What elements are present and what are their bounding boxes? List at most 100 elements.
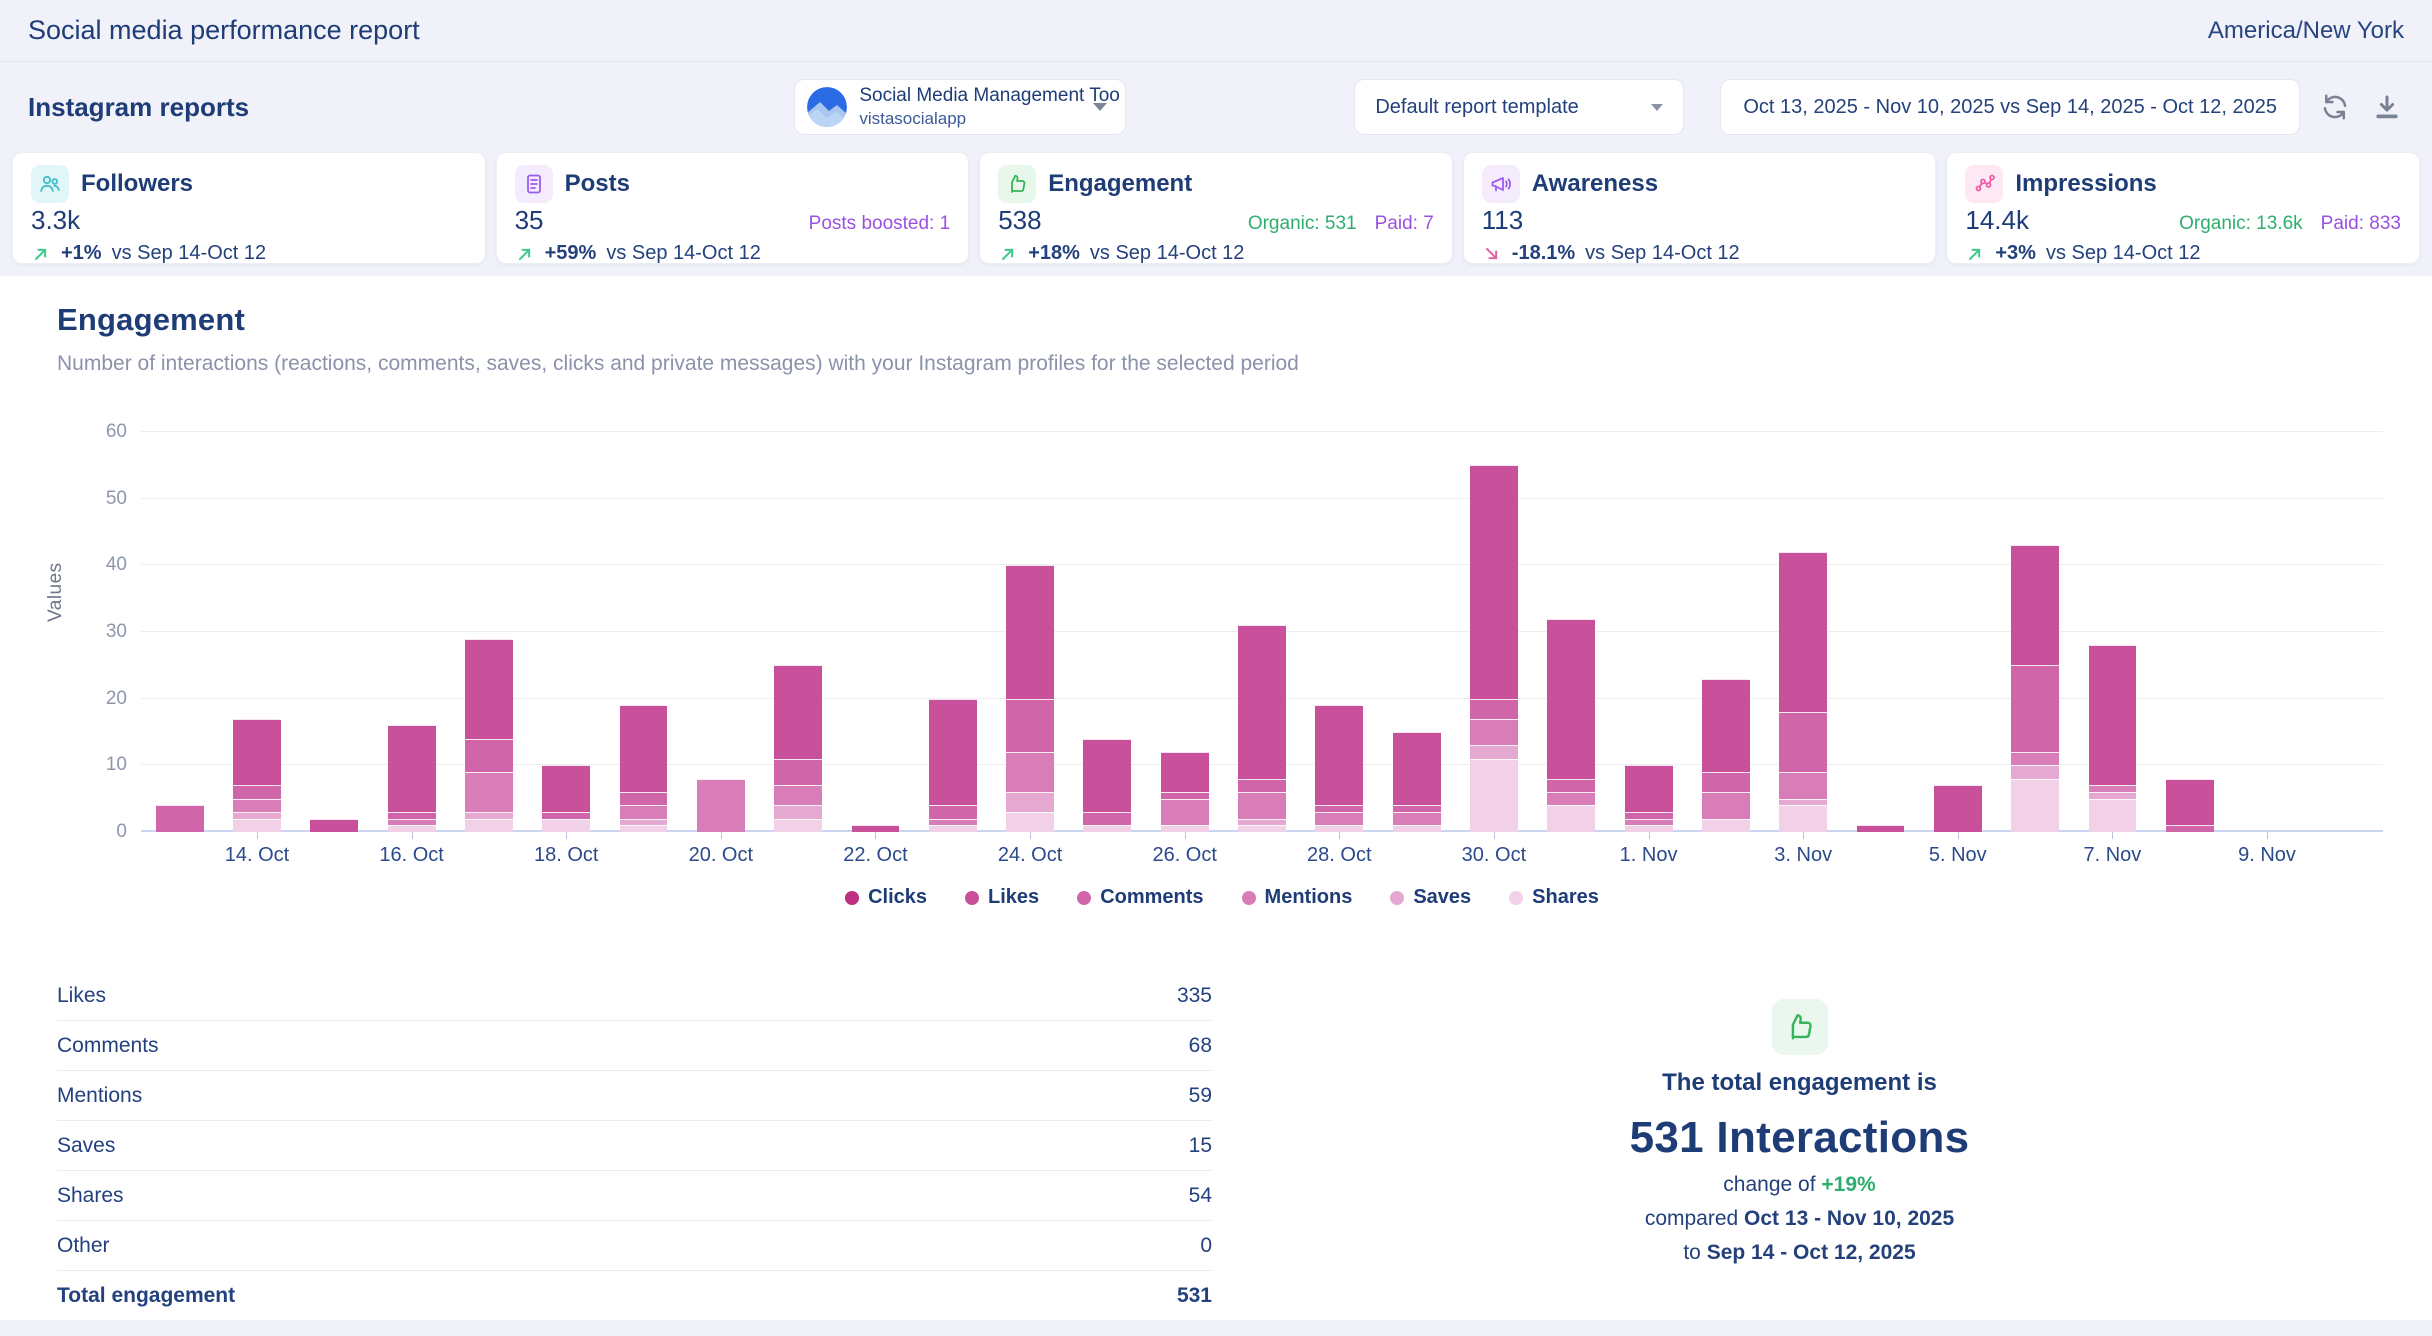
bar-segment-likes[interactable] bbox=[1625, 765, 1673, 812]
bar-segment-mentions[interactable] bbox=[388, 819, 436, 826]
bar-segment-saves[interactable] bbox=[1238, 819, 1286, 826]
stacked-bar[interactable] bbox=[697, 779, 745, 832]
bar-segment-mentions[interactable] bbox=[1702, 792, 1750, 819]
stacked-bar[interactable] bbox=[2166, 779, 2214, 832]
bar-segment-likes[interactable] bbox=[2089, 645, 2137, 785]
stacked-bar[interactable] bbox=[542, 765, 590, 832]
bar-segment-likes[interactable] bbox=[2011, 545, 2059, 665]
bar-segment-likes[interactable] bbox=[1779, 552, 1827, 712]
stacked-bar[interactable] bbox=[1393, 732, 1441, 832]
bar-segment-comments[interactable] bbox=[465, 739, 513, 772]
bar-segment-likes[interactable] bbox=[1470, 465, 1518, 698]
bar-segment-saves[interactable] bbox=[1006, 792, 1054, 812]
bar-segment-likes[interactable] bbox=[310, 819, 358, 832]
bar-segment-shares[interactable] bbox=[1625, 825, 1673, 832]
bar-segment-shares[interactable] bbox=[388, 825, 436, 832]
stacked-bar[interactable] bbox=[1006, 565, 1054, 832]
bar-segment-likes[interactable] bbox=[1315, 705, 1363, 805]
bar-segment-saves[interactable] bbox=[233, 812, 281, 819]
bar-segment-shares[interactable] bbox=[929, 825, 977, 832]
stacked-bar[interactable] bbox=[233, 719, 281, 832]
bar-segment-likes[interactable] bbox=[465, 639, 513, 739]
legend-item-mentions[interactable]: Mentions bbox=[1242, 886, 1353, 909]
legend-item-likes[interactable]: Likes bbox=[965, 886, 1039, 909]
bar-segment-likes[interactable] bbox=[542, 765, 590, 812]
stacked-bar[interactable] bbox=[774, 665, 822, 832]
bar-segment-likes[interactable] bbox=[388, 725, 436, 812]
stacked-bar[interactable] bbox=[1625, 765, 1673, 832]
bar-segment-likes[interactable] bbox=[1702, 679, 1750, 772]
legend-item-clicks[interactable]: Clicks bbox=[845, 886, 927, 909]
bar-segment-mentions[interactable] bbox=[1006, 752, 1054, 792]
bar-segment-comments[interactable] bbox=[2011, 665, 2059, 752]
bar-segment-shares[interactable] bbox=[542, 819, 590, 832]
bar-segment-shares[interactable] bbox=[233, 819, 281, 832]
stacked-bar[interactable] bbox=[1857, 825, 1905, 832]
bar-segment-mentions[interactable] bbox=[1779, 772, 1827, 799]
bar-segment-comments[interactable] bbox=[1393, 805, 1441, 812]
bar-segment-mentions[interactable] bbox=[233, 799, 281, 812]
bar-segment-likes[interactable] bbox=[852, 825, 900, 832]
bar-segment-comments[interactable] bbox=[1006, 699, 1054, 752]
bar-segment-likes[interactable] bbox=[2166, 779, 2214, 826]
bar-segment-comments[interactable] bbox=[233, 785, 281, 798]
bar-segment-comments[interactable] bbox=[1625, 812, 1673, 819]
bar-segment-saves[interactable] bbox=[1779, 799, 1827, 806]
refresh-icon[interactable] bbox=[2318, 90, 2352, 124]
stacked-bar[interactable] bbox=[310, 819, 358, 832]
bar-segment-saves[interactable] bbox=[2011, 765, 2059, 778]
bar-segment-shares[interactable] bbox=[2011, 779, 2059, 832]
stacked-bar[interactable] bbox=[156, 805, 204, 832]
stacked-bar[interactable] bbox=[1470, 465, 1518, 832]
bar-segment-mentions[interactable] bbox=[620, 805, 668, 818]
bar-segment-comments[interactable] bbox=[1702, 772, 1750, 792]
bar-segment-likes[interactable] bbox=[620, 705, 668, 792]
bar-segment-comments[interactable] bbox=[1470, 699, 1518, 719]
bar-segment-saves[interactable] bbox=[2089, 792, 2137, 799]
bar-segment-saves[interactable] bbox=[1470, 745, 1518, 758]
stacked-bar[interactable] bbox=[1934, 785, 1982, 832]
bar-segment-mentions[interactable] bbox=[1547, 792, 1595, 805]
stacked-bar[interactable] bbox=[1702, 679, 1750, 832]
bar-segment-likes[interactable] bbox=[1393, 732, 1441, 805]
stacked-bar[interactable] bbox=[852, 825, 900, 832]
download-icon[interactable] bbox=[2370, 90, 2404, 124]
bar-segment-shares[interactable] bbox=[1161, 825, 1209, 832]
bar-segment-comments[interactable] bbox=[1083, 812, 1131, 825]
bar-segment-mentions[interactable] bbox=[2011, 752, 2059, 765]
bar-segment-comments[interactable] bbox=[2166, 825, 2214, 832]
stacked-bar[interactable] bbox=[1083, 739, 1131, 832]
bar-segment-mentions[interactable] bbox=[1470, 719, 1518, 746]
bar-segment-likes[interactable] bbox=[233, 719, 281, 786]
stacked-bar[interactable] bbox=[620, 705, 668, 832]
bar-segment-mentions[interactable] bbox=[2089, 785, 2137, 792]
bar-segment-comments[interactable] bbox=[1238, 779, 1286, 792]
bar-segment-mentions[interactable] bbox=[774, 785, 822, 805]
bar-segment-comments[interactable] bbox=[620, 792, 668, 805]
bar-segment-saves[interactable] bbox=[774, 805, 822, 818]
bar-segment-mentions[interactable] bbox=[1625, 819, 1673, 826]
stacked-bar[interactable] bbox=[465, 639, 513, 832]
profile-selector[interactable]: Social Media Management Too vistasociala… bbox=[794, 79, 1126, 135]
bar-segment-likes[interactable] bbox=[1238, 625, 1286, 778]
bar-segment-mentions[interactable] bbox=[1315, 812, 1363, 825]
bar-segment-likes[interactable] bbox=[1857, 825, 1905, 832]
bar-segment-likes[interactable] bbox=[1547, 619, 1595, 779]
bar-segment-mentions[interactable] bbox=[1161, 799, 1209, 826]
bar-segment-shares[interactable] bbox=[1702, 819, 1750, 832]
stacked-bar[interactable] bbox=[388, 725, 436, 832]
bar-segment-shares[interactable] bbox=[1547, 805, 1595, 832]
legend-item-comments[interactable]: Comments bbox=[1077, 886, 1203, 909]
bar-segment-comments[interactable] bbox=[929, 805, 977, 818]
bar-segment-shares[interactable] bbox=[1779, 805, 1827, 832]
bar-segment-comments[interactable] bbox=[774, 759, 822, 786]
stacked-bar[interactable] bbox=[1779, 552, 1827, 832]
stacked-bar[interactable] bbox=[2011, 545, 2059, 832]
bar-segment-comments[interactable] bbox=[1547, 779, 1595, 792]
bar-segment-shares[interactable] bbox=[1083, 825, 1131, 832]
legend-item-shares[interactable]: Shares bbox=[1509, 886, 1599, 909]
bar-segment-shares[interactable] bbox=[1393, 825, 1441, 832]
bar-segment-saves[interactable] bbox=[465, 812, 513, 819]
stacked-bar[interactable] bbox=[1238, 625, 1286, 832]
bar-segment-shares[interactable] bbox=[774, 819, 822, 832]
